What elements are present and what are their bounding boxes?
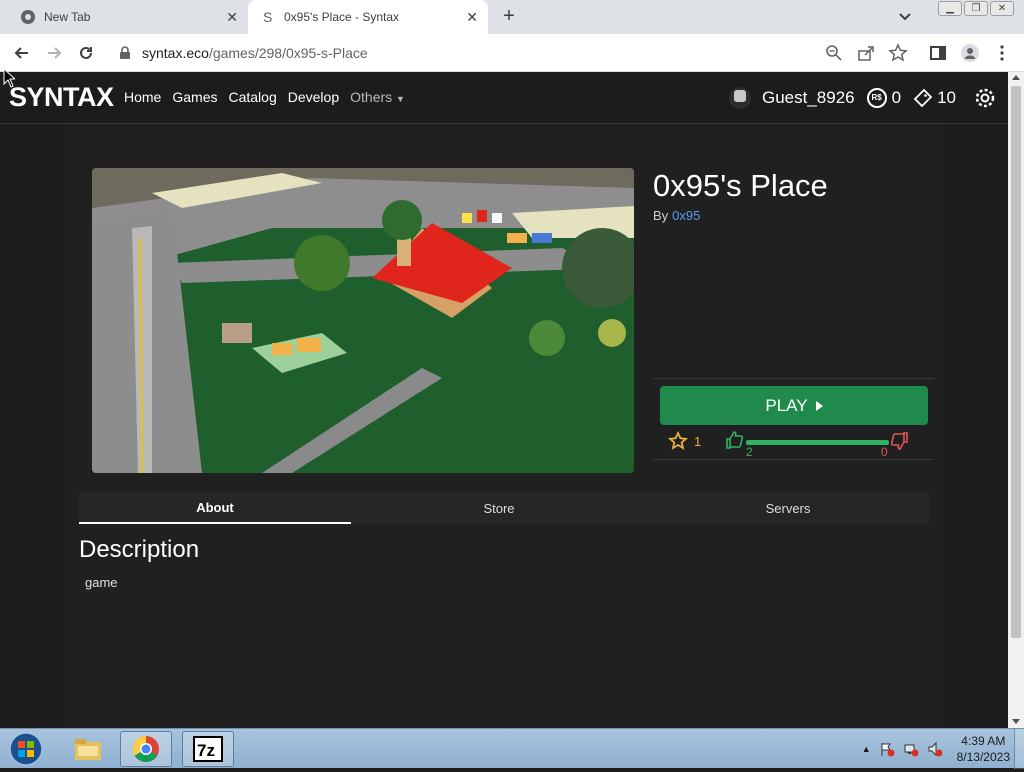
share-icon[interactable] xyxy=(856,43,876,63)
scroll-down-arrow-icon[interactable] xyxy=(1012,719,1020,724)
tab-syntax-place[interactable]: S 0x95's Place - Syntax ✕ xyxy=(248,0,488,34)
tab-store[interactable]: Store xyxy=(351,492,647,524)
tab-about[interactable]: About xyxy=(79,492,351,524)
syntax-logo[interactable]: SYNTAX xyxy=(9,82,114,113)
start-button[interactable] xyxy=(6,731,46,767)
user-area: Guest_8926 R$ 0 10 xyxy=(728,84,996,112)
new-tab-button[interactable]: + xyxy=(498,6,520,28)
main-nav: Home Games Catalog Develop Others ▼ xyxy=(124,89,416,105)
reload-icon[interactable] xyxy=(76,43,96,63)
game-creator: By 0x95 xyxy=(653,208,700,223)
bookmark-star-icon[interactable] xyxy=(888,43,908,63)
avatar[interactable] xyxy=(728,87,751,109)
page-scrollbar[interactable] xyxy=(1008,72,1024,728)
game-title: 0x95's Place xyxy=(653,168,828,203)
windows-taskbar: 7z ▲ 4:39 AM 8/13/2023 xyxy=(0,728,1024,769)
url-text: syntax.eco/games/298/0x95-s-Place xyxy=(142,45,368,61)
play-panel: PLAY 1 2 0 xyxy=(653,378,934,460)
window-controls: ▁ ❐ ✕ xyxy=(938,1,1014,16)
close-tab-icon[interactable]: ✕ xyxy=(226,9,238,26)
chrome-icon xyxy=(20,9,36,25)
tray-expand-icon[interactable]: ▲ xyxy=(862,744,871,754)
back-arrow-icon[interactable] xyxy=(12,43,32,63)
close-tab-icon[interactable]: ✕ xyxy=(466,9,478,26)
tab-servers[interactable]: Servers xyxy=(647,492,929,524)
7zip-icon: 7z xyxy=(193,736,223,762)
creator-link[interactable]: 0x95 xyxy=(672,208,700,223)
ticket-icon xyxy=(913,88,933,108)
clock-date: 8/13/2023 xyxy=(956,750,1010,764)
forward-arrow-icon[interactable] xyxy=(44,43,64,63)
kebab-menu-icon[interactable] xyxy=(992,43,1012,63)
syntax-s-icon: S xyxy=(260,9,276,25)
url-domain: syntax.eco xyxy=(142,45,209,61)
favorite-star-icon[interactable] xyxy=(667,430,689,451)
thumbs-up-icon[interactable] xyxy=(724,430,744,450)
svg-text:S: S xyxy=(263,9,272,25)
description-heading: Description xyxy=(79,536,200,563)
gear-icon[interactable] xyxy=(974,87,996,109)
robux-balance[interactable]: 0 xyxy=(892,88,901,108)
volume-muted-icon[interactable] xyxy=(927,741,943,757)
tab-title: New Tab xyxy=(44,10,91,24)
game-thumbnail[interactable] xyxy=(92,168,634,473)
game-content: 0x95's Place By 0x95 PLAY 1 2 0 About Sto… xyxy=(64,124,944,728)
address-bar[interactable]: syntax.eco/games/298/0x95-s-Place xyxy=(112,38,920,68)
nav-others-label: Others xyxy=(350,89,393,105)
clock-time: 4:39 AM xyxy=(961,734,1006,748)
close-window-button[interactable]: ✕ xyxy=(990,1,1014,16)
system-tray: ▲ 4:39 AM 8/13/2023 xyxy=(862,733,1010,765)
game-tabs: About Store Servers xyxy=(79,492,929,524)
tab-search-chevron-icon[interactable] xyxy=(896,8,914,26)
by-label: By xyxy=(653,208,669,223)
action-center-flag-icon[interactable] xyxy=(879,741,895,757)
scrollbar-thumb[interactable] xyxy=(1011,86,1021,638)
play-label: PLAY xyxy=(765,395,808,415)
vote-ratio-bar xyxy=(746,440,889,445)
site-navbar: SYNTAX Home Games Catalog Develop Others… xyxy=(0,72,1008,124)
profile-icon[interactable] xyxy=(960,43,980,63)
restore-button[interactable]: ❐ xyxy=(964,1,988,16)
svg-text:7z: 7z xyxy=(197,741,215,760)
side-panel-icon[interactable] xyxy=(928,43,948,63)
browser-tabstrip: New Tab ✕ S 0x95's Place - Syntax ✕ + ▁ … xyxy=(0,0,1024,34)
explorer-taskbar-button[interactable] xyxy=(62,731,114,767)
caret-down-icon: ▼ xyxy=(396,94,405,104)
nav-home[interactable]: Home xyxy=(124,89,161,105)
robux-icon: R$ xyxy=(866,88,887,108)
browser-toolbar: syntax.eco/games/298/0x95-s-Place xyxy=(0,34,1024,72)
tab-new-tab[interactable]: New Tab ✕ xyxy=(8,0,248,34)
7zip-taskbar-button[interactable]: 7z xyxy=(182,731,234,767)
play-button[interactable]: PLAY xyxy=(660,386,928,425)
folder-icon xyxy=(75,739,101,760)
mouse-cursor-icon xyxy=(3,68,15,88)
favorite-count: 1 xyxy=(694,434,702,449)
url-path: /games/298/0x95-s-Place xyxy=(208,45,368,61)
nav-catalog[interactable]: Catalog xyxy=(228,89,276,105)
web-page: SYNTAX Home Games Catalog Develop Others… xyxy=(0,72,1008,728)
lock-icon[interactable] xyxy=(118,46,132,60)
thumbs-down-icon[interactable] xyxy=(890,431,910,451)
network-icon[interactable] xyxy=(903,741,919,757)
username[interactable]: Guest_8926 xyxy=(762,88,855,108)
nav-games[interactable]: Games xyxy=(172,89,217,105)
nav-develop[interactable]: Develop xyxy=(288,89,339,105)
taskbar-clock[interactable]: 4:39 AM 8/13/2023 xyxy=(957,733,1010,765)
zoom-icon[interactable] xyxy=(824,43,844,63)
description-text: game xyxy=(85,575,118,590)
minimize-button[interactable]: ▁ xyxy=(938,1,962,16)
chrome-taskbar-button[interactable] xyxy=(120,731,172,767)
scroll-up-arrow-icon[interactable] xyxy=(1012,75,1020,80)
chrome-icon xyxy=(132,735,159,763)
nav-others-dropdown[interactable]: Others ▼ xyxy=(350,89,405,105)
upvote-count: 2 xyxy=(746,445,753,459)
tickets-balance[interactable]: 10 xyxy=(937,88,956,108)
downvote-count: 0 xyxy=(881,445,888,459)
show-desktop-button[interactable] xyxy=(1014,729,1024,769)
play-triangle-icon xyxy=(815,400,823,411)
tab-title: 0x95's Place - Syntax xyxy=(284,10,400,24)
